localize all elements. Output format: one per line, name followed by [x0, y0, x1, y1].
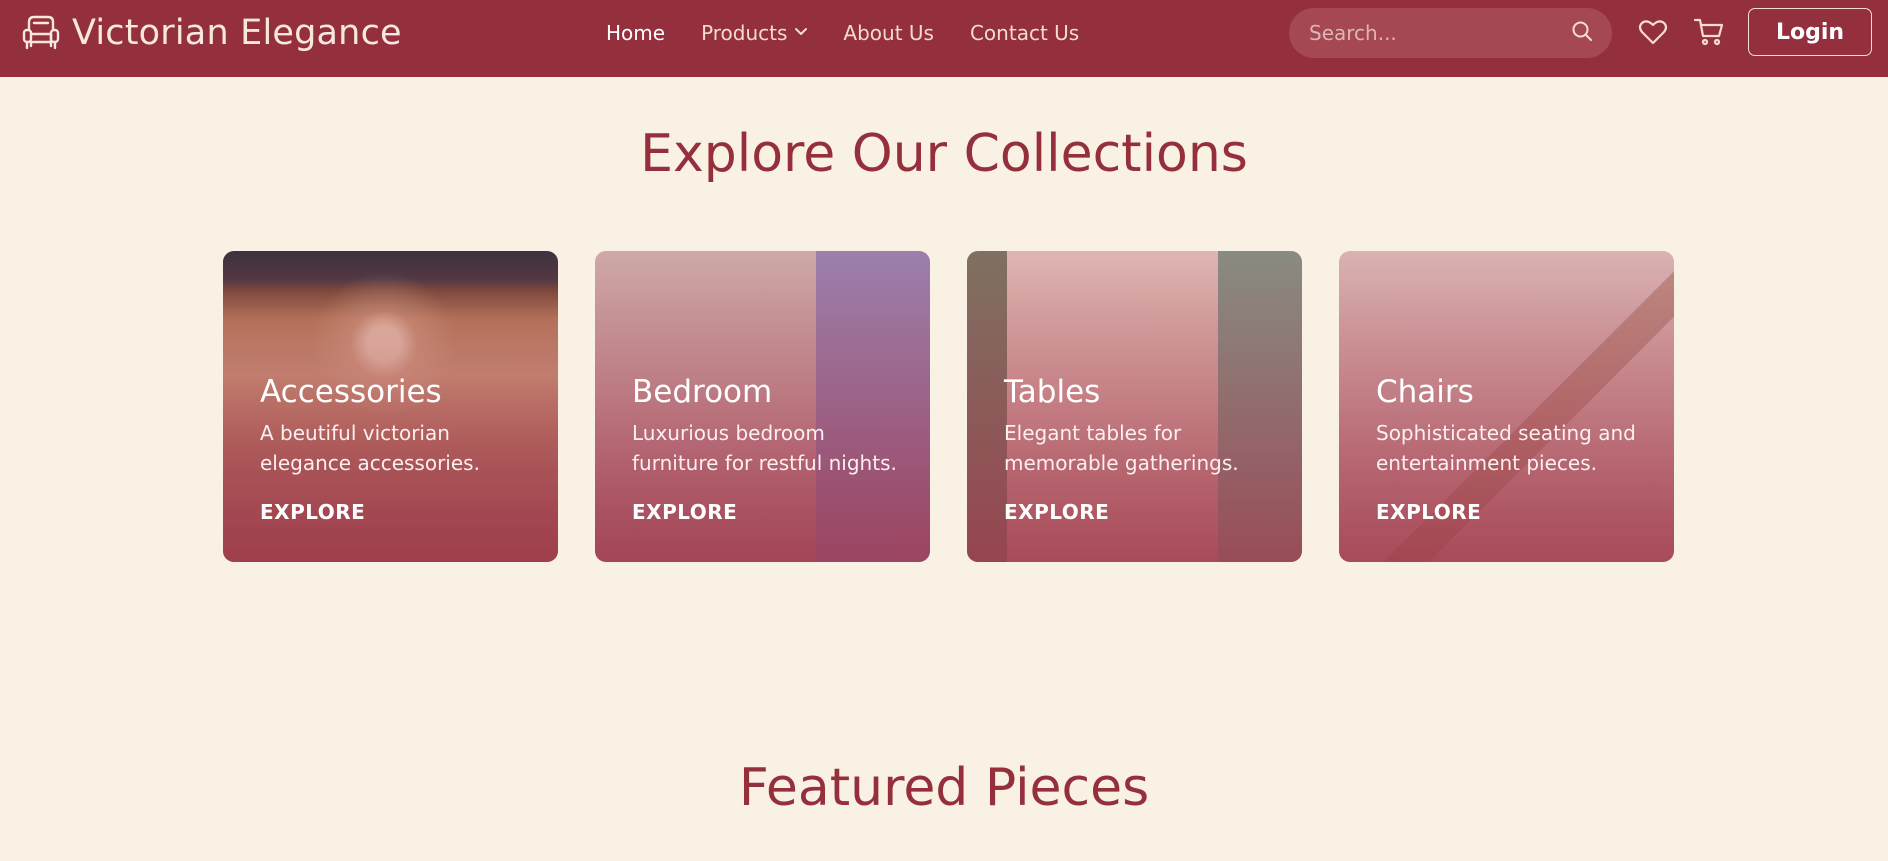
collections-grid: Accessories A beutiful victorian eleganc… [223, 251, 1674, 562]
card-content: Tables Elegant tables for memorable gath… [1004, 374, 1278, 524]
chevron-down-icon [793, 21, 809, 45]
card-content: Chairs Sophisticated seating and enterta… [1376, 374, 1650, 524]
nav-about-link[interactable]: About Us [843, 21, 934, 45]
collections-title: Explore Our Collections [640, 124, 1248, 184]
brand[interactable]: Victorian Elegance [20, 9, 402, 57]
collection-card-tables[interactable]: Tables Elegant tables for memorable gath… [967, 251, 1302, 562]
armchair-icon [20, 12, 62, 54]
collection-card-bedroom[interactable]: Bedroom Luxurious bedroom furniture for … [595, 251, 930, 562]
main-nav: Home Products About Us Contact Us [606, 16, 1079, 50]
nav-contact-link[interactable]: Contact Us [970, 21, 1079, 45]
card-description: Luxurious bedroom furniture for restful … [632, 421, 897, 475]
card-description: A beutiful victorian elegance accessorie… [260, 421, 480, 475]
card-title: Accessories [260, 374, 442, 410]
card-title: Bedroom [632, 374, 773, 410]
explore-link[interactable]: EXPLORE [1004, 500, 1109, 524]
explore-link[interactable]: EXPLORE [632, 500, 737, 524]
nav-home-link[interactable]: Home [606, 21, 665, 45]
card-title: Chairs [1376, 374, 1474, 410]
brand-name: Victorian Elegance [72, 13, 402, 53]
search-bar [1289, 8, 1612, 58]
card-title: Tables [1004, 374, 1101, 410]
collection-card-chairs[interactable]: Chairs Sophisticated seating and enterta… [1339, 251, 1674, 562]
top-navbar: Victorian Elegance Home Products About U… [0, 0, 1888, 77]
search-icon[interactable] [1570, 19, 1594, 47]
cart-icon[interactable] [1691, 14, 1727, 50]
search-input[interactable] [1307, 20, 1570, 46]
collection-card-accessories[interactable]: Accessories A beutiful victorian eleganc… [223, 251, 558, 562]
card-content: Bedroom Luxurious bedroom furniture for … [632, 374, 906, 524]
explore-link[interactable]: EXPLORE [1376, 500, 1481, 524]
featured-title: Featured Pieces [738, 758, 1150, 818]
heart-icon[interactable] [1635, 14, 1671, 50]
explore-link[interactable]: EXPLORE [260, 500, 365, 524]
nav-products-label: Products [701, 21, 788, 45]
login-button[interactable]: Login [1748, 8, 1872, 56]
nav-products-link[interactable]: Products [701, 21, 809, 45]
card-content: Accessories A beutiful victorian eleganc… [260, 374, 534, 524]
card-description: Elegant tables for memorable gatherings. [1004, 421, 1239, 475]
card-description: Sophisticated seating and entertainment … [1376, 421, 1636, 475]
